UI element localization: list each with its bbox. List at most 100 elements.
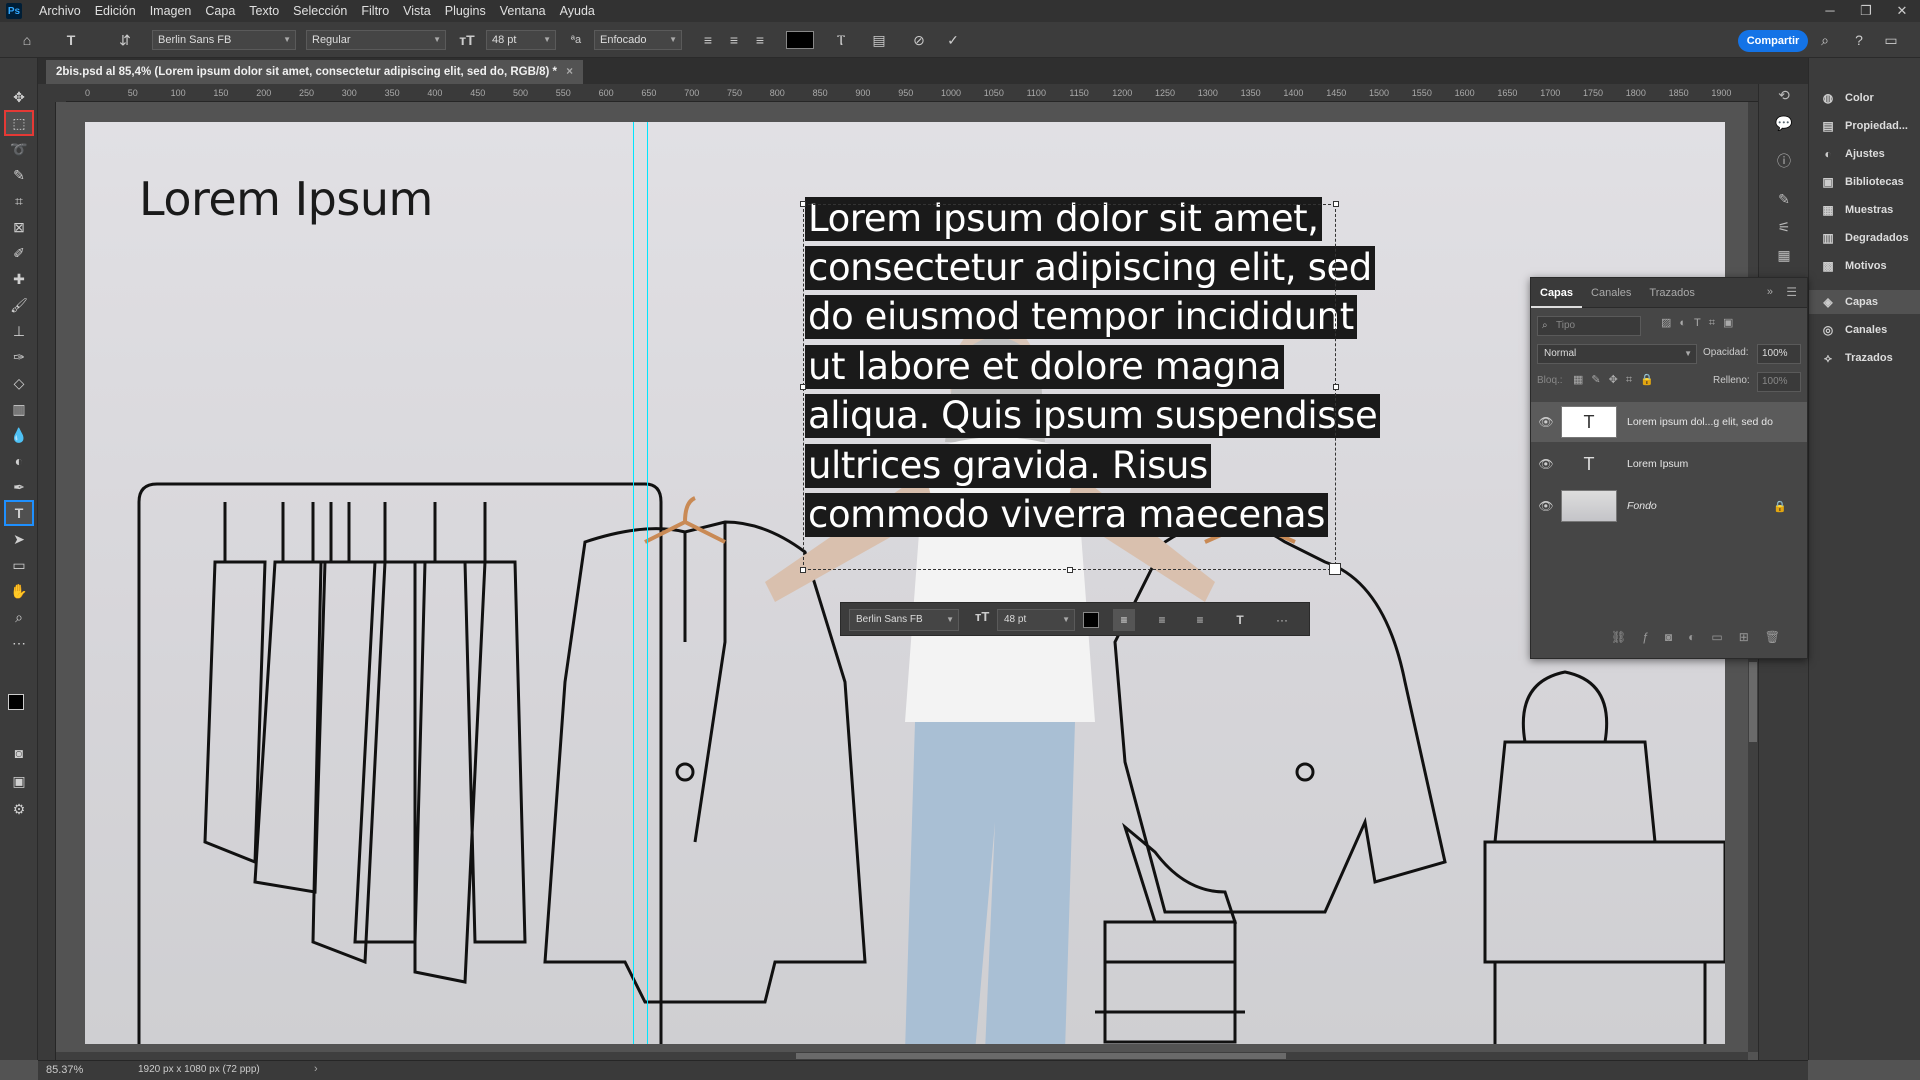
zoom-tool-icon[interactable]: ⌕ (6, 606, 32, 628)
restore-icon[interactable]: ❐ (1848, 0, 1884, 22)
healing-tool-icon[interactable]: ✚ (6, 268, 32, 290)
brush-settings-icon[interactable]: ✎ (1773, 188, 1795, 210)
antialias-select[interactable]: Enfocado ▼ (594, 30, 682, 50)
guide-line[interactable] (633, 122, 634, 1044)
float-text-color-swatch[interactable] (1083, 612, 1099, 628)
minimize-icon[interactable]: ─ (1812, 0, 1848, 22)
quick-mask-icon[interactable]: ◙ (6, 742, 32, 764)
panel-swatches[interactable]: ▦ Muestras (1809, 198, 1920, 222)
crop-tool-icon[interactable]: ⌗ (6, 190, 32, 212)
share-button[interactable]: Compartir (1738, 30, 1808, 52)
eye-icon[interactable]: 👁 (1531, 499, 1561, 513)
transform-handle[interactable] (1333, 201, 1339, 207)
panel-paths[interactable]: ⟡ Trazados (1809, 346, 1920, 370)
vertical-scrollbar-thumb[interactable] (1749, 662, 1757, 742)
eye-icon[interactable]: 👁 (1531, 415, 1561, 429)
glyphs-icon[interactable]: ▦ (1773, 244, 1795, 266)
collapse-panel-icon[interactable]: » (1767, 286, 1773, 298)
adjustments-strip-icon[interactable]: ⚟ (1773, 216, 1795, 238)
panel-menu-icon[interactable]: ☰ (1786, 285, 1797, 299)
transform-handle[interactable] (1067, 567, 1073, 573)
toggle-text-orientation-icon[interactable]: ⇵ (112, 29, 138, 51)
document-canvas[interactable]: Lorem Ipsum Lorem ipsum dolor sit amet, … (85, 122, 1725, 1044)
transform-handle[interactable] (800, 384, 806, 390)
close-tab-icon[interactable]: × (566, 66, 573, 78)
layer-row[interactable]: 👁 Fondo 🔒 (1531, 486, 1807, 526)
foreground-color-swatch[interactable] (8, 694, 24, 710)
type-tool-preset-icon[interactable]: T (58, 29, 84, 51)
menu-seleccion[interactable]: Selección (286, 4, 354, 18)
menu-archivo[interactable]: Archivo (32, 4, 88, 18)
layer-actions-footer[interactable]: ⛓ƒ◙◐▭⊞🗑 (1611, 630, 1796, 644)
zoom-level[interactable]: 85.37% (46, 1064, 83, 1076)
panel-patterns[interactable]: ▩ Motivos (1809, 254, 1920, 278)
text-color-swatch[interactable] (786, 31, 814, 49)
brush-tool-icon[interactable]: 🖌 (6, 294, 32, 316)
float-font-size-select[interactable]: 48 pt ▼ (997, 609, 1075, 631)
tab-capas[interactable]: Capas (1531, 278, 1583, 308)
screen-mode-icon[interactable]: ▣ (6, 770, 32, 792)
pen-tool-icon[interactable]: ✒ (6, 476, 32, 498)
panel-libraries[interactable]: ▣ Bibliotecas (1809, 170, 1920, 194)
panel-layers[interactable]: ◈ Capas (1809, 290, 1920, 314)
move-tool-icon[interactable]: ✥ (6, 86, 32, 108)
menu-filtro[interactable]: Filtro (354, 4, 396, 18)
horizontal-ruler[interactable]: 0 50 100 150 200 250 300 350 400 450 500 550 600 650 7… (66, 84, 1758, 102)
history-icon[interactable]: ⟲ (1773, 84, 1795, 106)
workspace-icon[interactable]: ▭ (1880, 29, 1902, 51)
stamp-tool-icon[interactable]: ⊥ (6, 320, 32, 342)
warp-text-icon[interactable]: Ⲧ (830, 29, 852, 51)
lasso-tool-icon[interactable]: ➰ (6, 138, 32, 160)
marquee-tool-icon[interactable]: ⬚ (4, 110, 34, 136)
more-tools-icon[interactable]: ⋯ (6, 632, 32, 654)
menu-capa[interactable]: Capa (198, 4, 242, 18)
fill-input[interactable]: 100% (1757, 372, 1801, 392)
path-select-tool-icon[interactable]: ➤ (6, 528, 32, 550)
lock-icons[interactable]: ▦✎✥⌗🔒 (1573, 373, 1662, 387)
tab-trazados[interactable]: Trazados (1640, 278, 1703, 308)
type-tool-icon[interactable]: T (4, 500, 34, 526)
menu-vista[interactable]: Vista (396, 4, 438, 18)
commit-edit-icon[interactable]: ✓ (942, 29, 964, 51)
float-align-right-icon[interactable]: ≡ (1189, 609, 1211, 631)
opacity-input[interactable]: 100% (1757, 344, 1801, 364)
menu-ayuda[interactable]: Ayuda (553, 4, 602, 18)
horizontal-scrollbar-thumb[interactable] (796, 1053, 1286, 1059)
info-icon[interactable]: ⓘ (1773, 150, 1795, 172)
align-left-icon[interactable]: ≡ (698, 29, 718, 51)
guide-line[interactable] (647, 122, 648, 1044)
panel-adjustments[interactable]: ◐ Ajustes (1809, 142, 1920, 166)
text-bounding-box[interactable] (803, 204, 1336, 570)
float-font-family-select[interactable]: Berlin Sans FB ▼ (849, 609, 959, 631)
layer-filter-input[interactable]: ⌕ Tipo (1537, 316, 1641, 336)
home-icon[interactable]: ⌂ (14, 29, 40, 51)
eyedropper-tool-icon[interactable]: ✐ (6, 242, 32, 264)
gradient-tool-icon[interactable]: ▥ (6, 398, 32, 420)
menu-plugins[interactable]: Plugins (438, 4, 493, 18)
panel-color[interactable]: ◍ Color (1809, 86, 1920, 110)
transform-handle[interactable] (800, 201, 806, 207)
quick-select-tool-icon[interactable]: ✎ (6, 164, 32, 186)
align-right-icon[interactable]: ≡ (750, 29, 770, 51)
layer-row[interactable]: 👁 T Lorem Ipsum (1531, 444, 1807, 484)
tab-canales[interactable]: Canales (1582, 278, 1640, 308)
menu-ventana[interactable]: Ventana (493, 4, 553, 18)
blur-tool-icon[interactable]: 💧 (6, 424, 32, 446)
panel-properties[interactable]: ▤ Propiedad... (1809, 114, 1920, 138)
character-panel-icon[interactable]: ▤ (868, 29, 890, 51)
panel-gradients[interactable]: ▥ Degradados (1809, 226, 1920, 250)
layer-filter-icons[interactable]: ▨◐T⌗▣ (1661, 316, 1741, 330)
float-text-options-icon[interactable]: T (1229, 609, 1251, 631)
search-icon[interactable]: ⌕ (1814, 29, 1836, 51)
close-window-icon[interactable]: ✕ (1884, 0, 1920, 22)
history-brush-icon[interactable]: ✑ (6, 346, 32, 368)
font-size-select[interactable]: 48 pt ▼ (486, 30, 556, 50)
rectangle-tool-icon[interactable]: ▭ (6, 554, 32, 576)
vertical-ruler[interactable] (38, 102, 56, 1060)
eraser-tool-icon[interactable]: ◇ (6, 372, 32, 394)
frame-tool-icon[interactable]: ⊠ (6, 216, 32, 238)
dodge-tool-icon[interactable]: ◐ (6, 450, 32, 472)
comments-icon[interactable]: 💬 (1773, 112, 1795, 134)
horizontal-scrollbar[interactable] (56, 1052, 1748, 1060)
float-align-left-icon[interactable]: ≡ (1113, 609, 1135, 631)
